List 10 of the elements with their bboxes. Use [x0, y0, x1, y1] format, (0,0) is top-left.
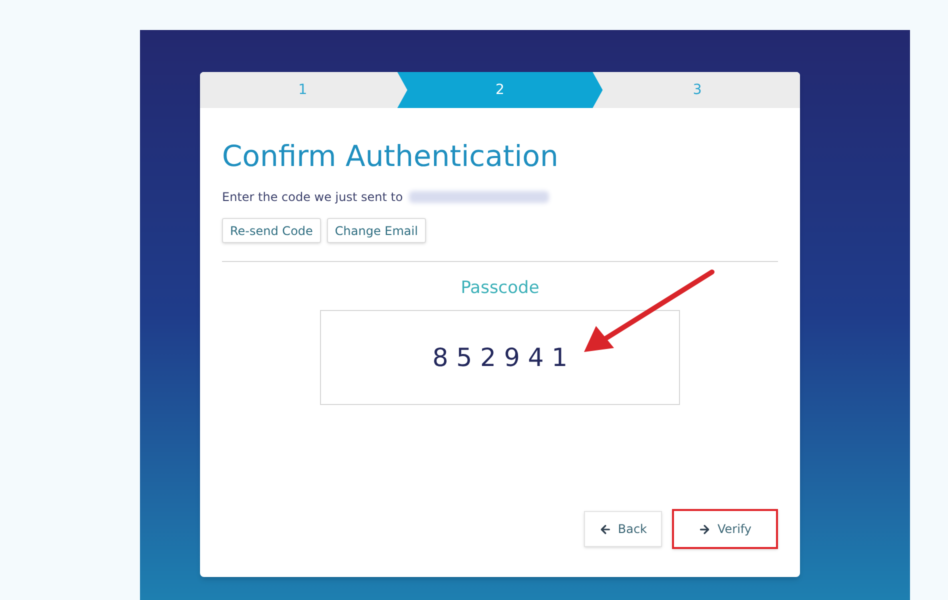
arrow-left-icon: [599, 522, 612, 536]
passcode-label: Passcode: [460, 277, 540, 300]
page-title: Confirm Authentication: [222, 138, 560, 174]
secondary-button[interactable]: Change Email: [326, 218, 426, 244]
passcode-field[interactable]: 8 5 2 9 4 1: [320, 310, 680, 405]
secondary-button[interactable]: Re-send Code: [222, 218, 321, 244]
instruction-text: Enter the code we just sent to: [222, 189, 403, 206]
arrow-right-icon: [698, 522, 712, 536]
verify-button[interactable]: Verify: [672, 509, 778, 549]
back-button[interactable]: Back: [584, 511, 662, 547]
